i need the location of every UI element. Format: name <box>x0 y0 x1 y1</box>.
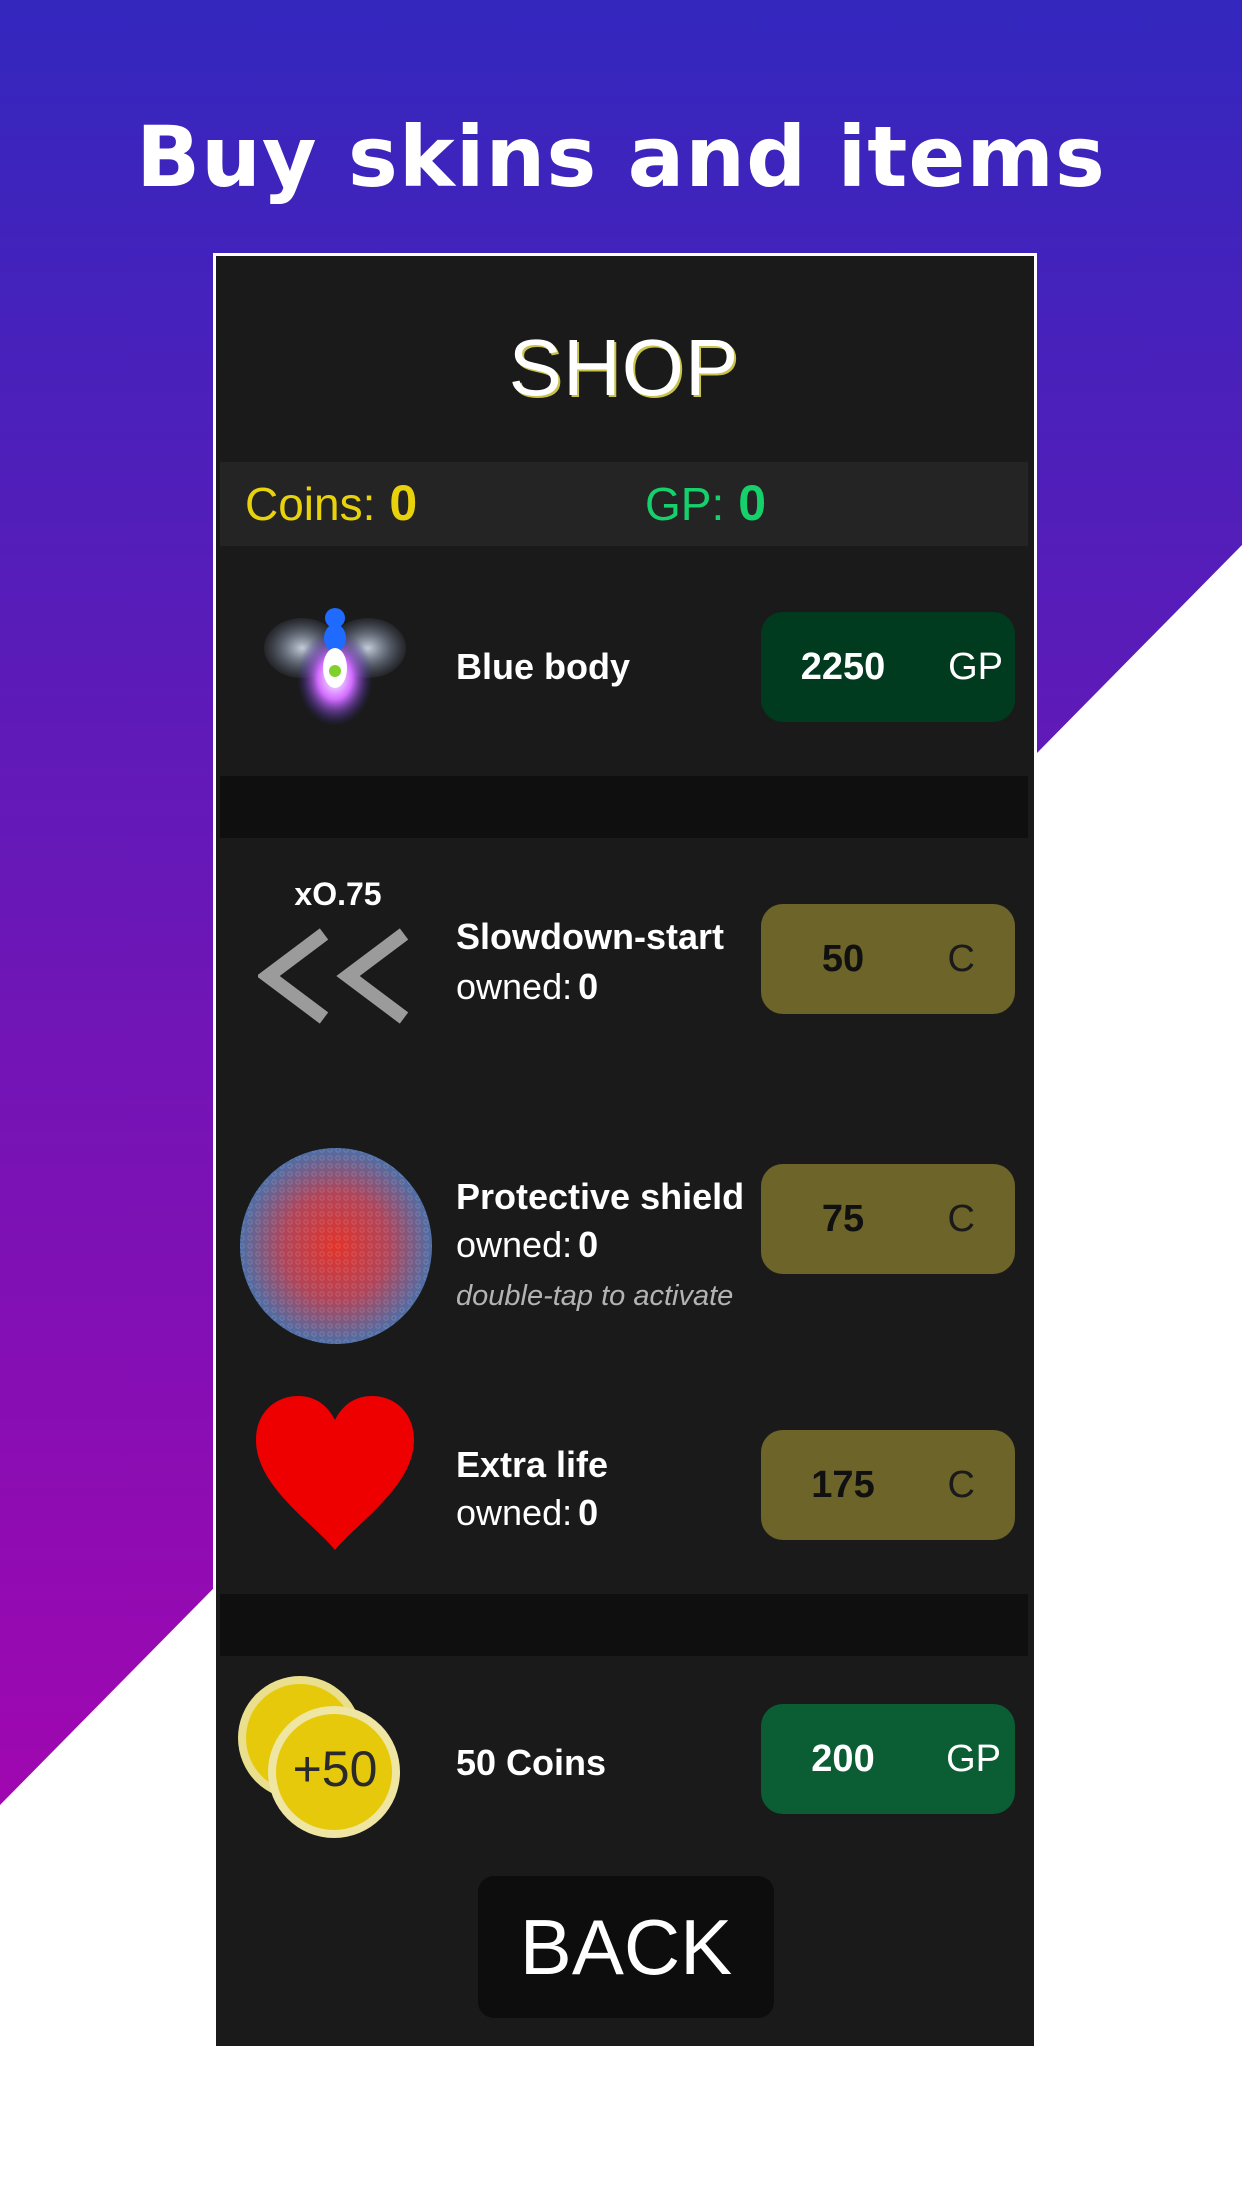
shop-screen: SHOP Coins: 0 GP: 0 Blue body 2250 GP xO… <box>220 260 1028 2046</box>
price-value: 175 <box>811 1464 875 1506</box>
coin-badge: +50 <box>292 1741 378 1797</box>
price-value: 2250 <box>800 646 886 688</box>
shop-item-extra-life: Extra life owned: 0 175 C <box>220 1368 1028 1594</box>
buy-protective-shield-button[interactable]: 75 C <box>761 1164 1015 1274</box>
promo-headline: Buy skins and items <box>136 108 1106 206</box>
balance-bar: Coins: 0 GP: 0 <box>220 462 1028 546</box>
gp-value: 0 <box>738 475 767 531</box>
price-value: 75 <box>821 1198 865 1240</box>
owned-value: 0 <box>578 966 599 1007</box>
gp-label: GP: <box>645 478 725 530</box>
buy-blue-body-button[interactable]: 2250 GP <box>761 612 1015 722</box>
double-chevron-left-icon <box>258 928 409 1024</box>
item-name: Protective shield <box>456 1176 745 1217</box>
multiplier-label: xO.75 <box>294 876 382 912</box>
buy-50-coins-button[interactable]: 200 GP <box>761 1704 1015 1814</box>
back-button[interactable]: BACK <box>478 1876 774 2018</box>
section-divider <box>220 776 1028 838</box>
price-value: 50 <box>821 938 865 980</box>
coins-value: 0 <box>389 475 418 531</box>
item-name: 50 Coins <box>456 1742 607 1783</box>
price-currency: GP <box>948 646 1003 688</box>
price-currency: C <box>947 1198 975 1240</box>
price-value: 200 <box>811 1738 875 1780</box>
activation-hint: double-tap to activate <box>456 1280 734 1312</box>
shop-item-protective-shield: Protective shield owned: 0 double-tap to … <box>220 1098 1028 1368</box>
coins-balance: Coins: 0 <box>245 474 417 532</box>
coins-label: Coins: <box>245 478 376 530</box>
owned-count: owned: 0 <box>456 1224 598 1266</box>
shop-item-slowdown-start: xO.75 Slowdown-start owned: 0 50 C <box>220 838 1028 1098</box>
owned-label: owned: <box>456 966 573 1007</box>
heart-icon <box>256 1396 414 1550</box>
phone-frame: SHOP Coins: 0 GP: 0 Blue body 2250 GP xO… <box>213 253 1037 2046</box>
item-name: Slowdown-start <box>456 916 724 957</box>
owned-count: owned: 0 <box>456 1492 598 1534</box>
price-currency: C <box>947 938 975 980</box>
buy-slowdown-start-button[interactable]: 50 C <box>761 904 1015 1014</box>
owned-label: owned: <box>456 1492 573 1533</box>
price-currency: C <box>947 1464 975 1506</box>
shield-bubble-icon <box>240 1148 432 1344</box>
owned-count: owned: 0 <box>456 966 598 1008</box>
blue-body-bug-icon <box>264 608 406 726</box>
item-name: Blue body <box>456 646 631 687</box>
shop-item-50-coins: +50 50 Coins 200 GP <box>220 1656 1028 1864</box>
shop-title: SHOP <box>508 323 740 412</box>
price-currency: GP <box>946 1738 1001 1780</box>
item-name: Extra life <box>456 1444 609 1485</box>
owned-value: 0 <box>578 1492 599 1533</box>
owned-label: owned: <box>456 1224 573 1265</box>
section-divider <box>220 1594 1028 1656</box>
gp-balance: GP: 0 <box>645 474 766 532</box>
buy-extra-life-button[interactable]: 175 C <box>761 1430 1015 1540</box>
shop-item-blue-body: Blue body 2250 GP <box>220 546 1028 776</box>
owned-value: 0 <box>578 1224 599 1265</box>
